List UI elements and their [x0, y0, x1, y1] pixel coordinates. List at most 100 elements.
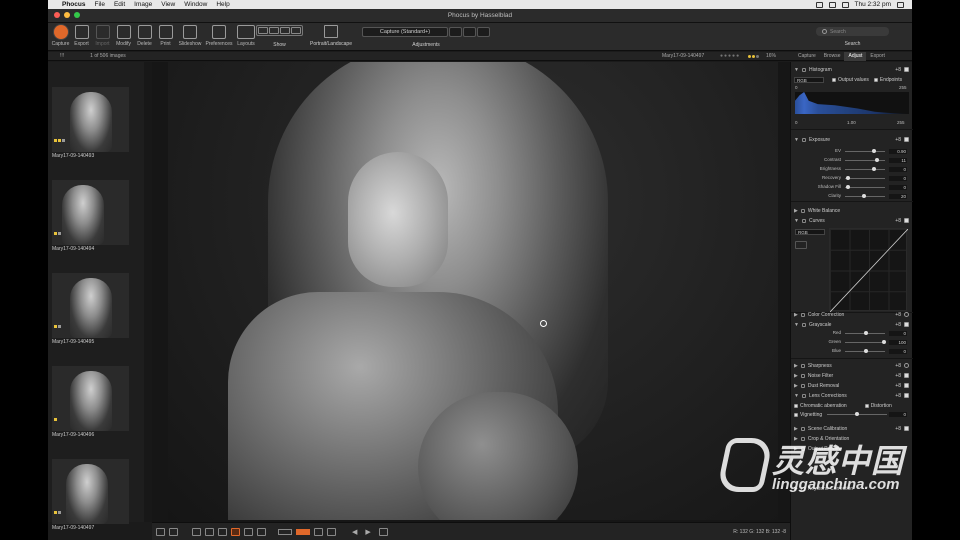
layouts-button[interactable]: Layouts [234, 25, 258, 47]
section-curves[interactable]: ▼ Curves +8 [791, 216, 913, 225]
tab-browse[interactable]: Browse [820, 52, 845, 61]
slider-value[interactable]: 0.90 [889, 149, 907, 154]
section-grayscale[interactable]: ▼ Grayscale +8 [791, 320, 913, 329]
collapse-icon[interactable]: ▼ [794, 67, 799, 73]
filter-marker[interactable]: !!! [60, 53, 64, 59]
tab-capture[interactable]: Capture [794, 52, 820, 61]
slider-knob[interactable] [871, 167, 876, 171]
tab-adjust[interactable]: Adjust [844, 52, 867, 61]
adjust-slider[interactable] [845, 167, 885, 171]
eyedropper-tool-icon[interactable] [218, 527, 227, 536]
section-dust-removal[interactable]: ▶ Dust Removal +8 [791, 381, 913, 390]
compare-view-button[interactable] [156, 527, 165, 536]
enable-checkbox[interactable] [904, 383, 909, 388]
histogram-high[interactable]: 255 [897, 120, 905, 125]
enable-checkbox[interactable] [904, 426, 909, 431]
collapse-icon[interactable]: ▼ [794, 218, 799, 224]
slider-knob[interactable] [882, 340, 887, 344]
section-white-balance[interactable]: ▶ White Balance [791, 206, 913, 215]
tab-export[interactable]: Export [866, 52, 888, 61]
thumbnail[interactable]: Mary17-09-140495 [52, 273, 132, 345]
menu-app[interactable]: Phocus [62, 1, 85, 8]
close-window-button[interactable] [54, 12, 60, 18]
thumbnail[interactable]: Mary17-09-140496 [52, 366, 132, 438]
search-input[interactable]: Search [816, 27, 889, 36]
status-icon[interactable] [815, 1, 823, 8]
image-viewer[interactable] [152, 62, 790, 522]
export-button[interactable]: Export [71, 25, 92, 47]
paste-adjust-button[interactable] [477, 27, 490, 37]
battery-icon[interactable] [841, 1, 849, 8]
slider-value[interactable]: 0 [889, 185, 907, 190]
collapse-icon[interactable]: ▼ [794, 137, 799, 143]
menu-view[interactable]: View [161, 1, 175, 8]
output-values-checkbox[interactable] [832, 77, 836, 82]
enable-checkbox[interactable] [904, 137, 909, 142]
import-button[interactable]: Import [92, 25, 113, 47]
adjust-slider[interactable] [845, 185, 885, 189]
capture-button[interactable]: Capture [50, 25, 71, 47]
undo-adjust-button[interactable] [449, 27, 462, 37]
section-noise-filter[interactable]: ▶ Noise Filter +8 [791, 371, 913, 380]
collapse-icon[interactable]: ▼ [794, 322, 799, 328]
main-photo[interactable] [168, 62, 778, 520]
slider-knob[interactable] [862, 194, 867, 198]
previous-image-icon[interactable]: ◀ [352, 528, 357, 536]
section-color-correction[interactable]: ▶ Color Correction +8 [791, 310, 913, 319]
enable-checkbox[interactable] [904, 363, 909, 368]
slider-knob[interactable] [864, 349, 868, 353]
thumbnail[interactable]: Mary17-09-140493 [52, 87, 132, 159]
print-button[interactable]: Print [155, 25, 176, 47]
chromatic-checkbox[interactable] [794, 403, 798, 408]
expand-icon[interactable]: ▶ [794, 208, 798, 214]
slider-value[interactable]: 0 [889, 349, 907, 354]
collapse-icon[interactable]: ▼ [794, 393, 799, 399]
enable-checkbox[interactable] [904, 373, 909, 378]
adjust-slider[interactable] [845, 331, 885, 335]
expand-icon[interactable]: ▶ [794, 373, 798, 379]
enable-checkbox[interactable] [904, 67, 909, 72]
slider-knob[interactable] [875, 158, 880, 162]
color-tags[interactable] [748, 54, 759, 58]
browser-scrollbar[interactable] [144, 62, 152, 522]
rating-stars[interactable]: ●●●●● [720, 53, 740, 59]
hand-tool-icon[interactable] [244, 527, 253, 536]
vignetting-slider[interactable] [827, 412, 887, 416]
menu-window[interactable]: Window [184, 1, 207, 8]
enable-checkbox[interactable] [904, 393, 909, 398]
next-image-icon[interactable]: ▶ [365, 528, 370, 536]
distortion-checkbox[interactable] [864, 403, 869, 408]
section-histogram[interactable]: ▼ Histogram +8 [791, 65, 913, 74]
histogram-graph[interactable] [795, 92, 909, 114]
slider-knob[interactable] [845, 185, 850, 189]
enable-checkbox[interactable] [904, 312, 909, 317]
slider-value[interactable]: 0 [889, 331, 907, 336]
section-scene-calibration[interactable]: ▶ Scene Calibration +8 [791, 424, 913, 433]
section-sharpness[interactable]: ▶ Sharpness +8 [791, 361, 913, 370]
slideshow-button[interactable]: Slideshow [176, 25, 204, 47]
slider-value[interactable]: 100 [889, 340, 907, 345]
thumbnail[interactable]: Mary17-09-140494 [52, 180, 132, 252]
eyedropper-icon[interactable] [795, 241, 807, 249]
crop-tool-icon[interactable] [192, 527, 201, 536]
adjust-slider[interactable] [845, 340, 887, 344]
menu-image[interactable]: Image [134, 1, 152, 8]
menu-edit[interactable]: Edit [114, 1, 125, 8]
wifi-icon[interactable] [828, 1, 836, 8]
curves-channel-select[interactable]: RGB [795, 229, 825, 235]
enable-checkbox[interactable] [904, 218, 909, 223]
vignetting-value[interactable]: 0 [889, 412, 907, 417]
expand-icon[interactable]: ▶ [794, 383, 798, 389]
overlay-toggle[interactable] [278, 528, 292, 535]
search-icon[interactable] [897, 1, 904, 8]
adjust-slider[interactable] [845, 158, 885, 162]
slider-knob[interactable] [845, 176, 850, 180]
menu-file[interactable]: File [94, 1, 104, 8]
slider-value[interactable]: 20 [889, 194, 907, 199]
copy-adjust-button[interactable] [463, 27, 476, 37]
slider-knob[interactable] [872, 149, 877, 153]
expand-icon[interactable]: ▶ [794, 426, 798, 432]
clock[interactable]: Thu 2:32 pm [855, 1, 892, 8]
exposure-warning-toggle[interactable] [296, 528, 310, 535]
menu-help[interactable]: Help [216, 1, 229, 8]
